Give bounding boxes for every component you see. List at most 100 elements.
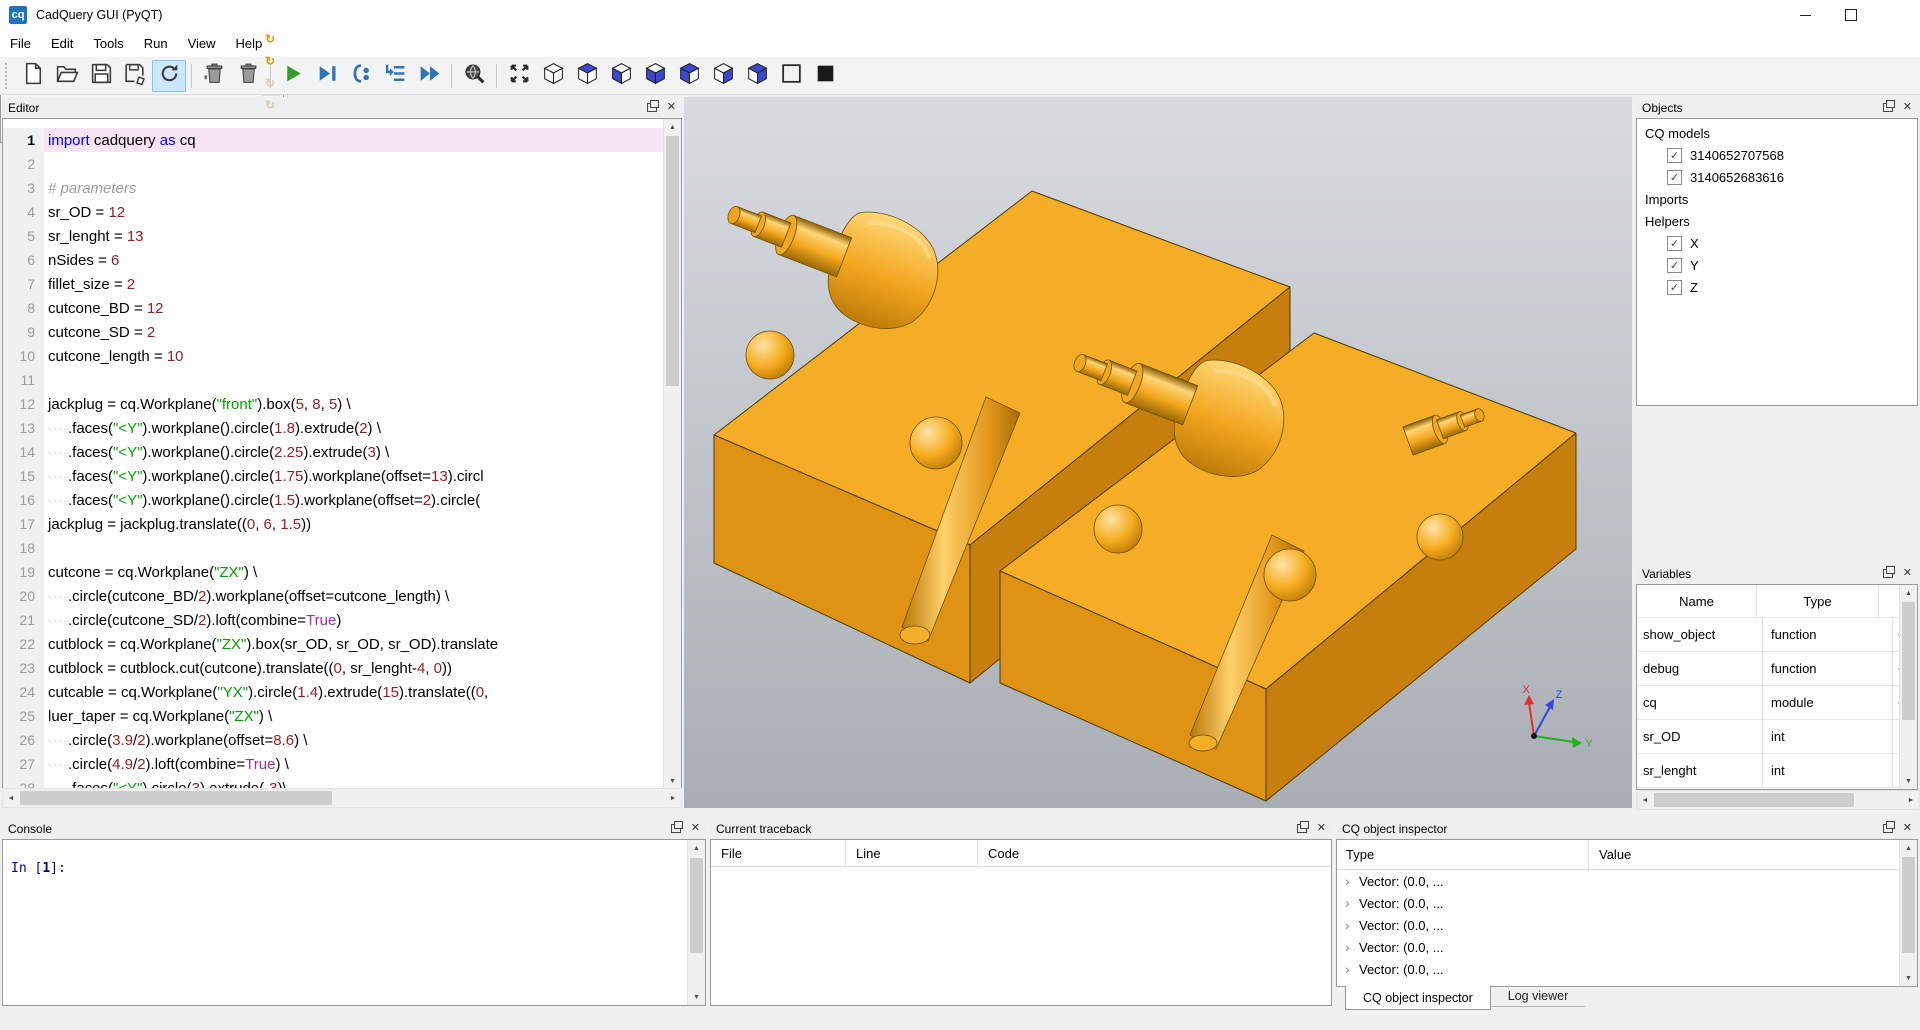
scrollbar-thumb[interactable] [666,136,679,386]
code-line[interactable]: 1import cadquery as cq [3,128,664,152]
maximize-button[interactable] [1828,0,1874,30]
code-line[interactable]: 27····.circle(4.9/2).loft(combine=True) … [3,752,664,776]
minimize-button[interactable] [1782,0,1828,30]
inspector-row[interactable]: Vector: (0.0, ... [1337,958,1900,980]
toggle-grid-button[interactable] [774,60,808,92]
code-line[interactable]: 7fillet_size = 2 [3,272,664,296]
close-panel-icon[interactable] [667,102,676,113]
code-line[interactable]: 26····.circle(3.9/2).workplane(offset=8.… [3,728,664,752]
view-iso-button[interactable] [536,60,570,92]
code-line[interactable]: 19cutcone = cq.Workplane("ZX") \ [3,560,664,584]
inspector-row[interactable]: Vector: (0.0, ... [1337,870,1900,892]
float-panel-icon[interactable] [1883,569,1893,578]
view-front-button[interactable] [604,60,638,92]
view-top-button[interactable] [570,60,604,92]
scroll-up-icon[interactable] [664,119,681,135]
reload-button[interactable] [152,60,186,92]
expand-chevron-icon[interactable] [1345,873,1359,889]
view-back-button[interactable] [740,60,774,92]
open-button[interactable] [50,60,84,92]
scrollbar-thumb[interactable] [20,791,332,805]
fit-view-button[interactable] [502,60,536,92]
variable-row[interactable]: debugfunction<f [1637,652,1900,686]
tree-item[interactable]: 3140652683616 [1637,166,1917,188]
code-line[interactable]: 5sr_lenght = 13 [3,224,664,248]
checkbox[interactable] [1667,170,1682,185]
checkbox[interactable] [1667,280,1682,295]
close-panel-icon[interactable] [1903,568,1912,579]
tree-group-helpers[interactable]: Helpers [1637,210,1917,232]
step-button[interactable] [378,60,412,92]
variable-row[interactable]: show_objectfunction<f [1637,618,1900,652]
view-right-button[interactable] [706,60,740,92]
code-line[interactable]: 9cutcone_SD = 2 [3,320,664,344]
breakpoints-button[interactable] [344,60,378,92]
scrollbar-thumb[interactable] [1902,602,1915,720]
inspector-row[interactable]: Vector: (0.0, ... [1337,936,1900,958]
editor-horizontal-scrollbar[interactable] [2,788,682,808]
float-panel-icon[interactable] [1297,824,1307,833]
delete-all-button[interactable] [231,60,265,92]
render-button[interactable] [276,60,310,92]
tab-cq-object-inspector[interactable]: CQ object inspector [1345,985,1491,1010]
right-horizontal-scrollbar[interactable] [1636,790,1920,810]
close-button[interactable] [1874,0,1920,30]
save-button[interactable] [84,60,118,92]
editor-vertical-scrollbar[interactable] [663,119,681,789]
toolbar-drag-handle[interactable] [5,63,13,89]
code-line[interactable]: 3# parameters [3,176,664,200]
checkbox[interactable] [1667,236,1682,251]
console-vertical-scrollbar[interactable] [687,840,705,1005]
tab-log-viewer[interactable]: Log viewer [1491,985,1585,1007]
delete-current-button[interactable] [197,60,231,92]
menu-item-edit[interactable]: Edit [41,30,83,57]
code-line[interactable]: 8cutcone_BD = 12 [3,296,664,320]
code-line[interactable]: 2 [3,152,664,176]
expand-chevron-icon[interactable] [1345,917,1359,933]
code-line[interactable]: 25luer_taper = cq.Workplane("ZX") \ [3,704,664,728]
code-line[interactable]: 23cutblock = cutblock.cut(cutcone).trans… [3,656,664,680]
expand-chevron-icon[interactable] [1345,961,1359,977]
debug-button[interactable] [310,60,344,92]
inspect-button[interactable] [457,60,491,92]
expand-chevron-icon[interactable] [1345,939,1359,955]
variable-row[interactable]: sr_ODint12 [1637,720,1900,754]
code-line[interactable]: 15····.faces("<Y").workplane().circle(1.… [3,464,664,488]
tree-item[interactable]: X [1637,232,1917,254]
scroll-up-icon[interactable] [688,840,705,856]
continue-button[interactable] [412,60,446,92]
code-line[interactable]: 17jackplug = jackplug.translate((0, 6, 1… [3,512,664,536]
code-editor[interactable]: 1import cadquery as cq23# parameters4sr_… [2,118,682,790]
scrollbar-thumb[interactable] [1902,857,1915,953]
variable-row[interactable]: cqmodule<m [1637,686,1900,720]
float-panel-icon[interactable] [1883,824,1893,833]
code-line[interactable]: 10cutcone_length = 10 [3,344,664,368]
view-left-button[interactable] [672,60,706,92]
console-input-area[interactable]: In [1]: [2,839,706,1006]
float-panel-icon[interactable] [1883,103,1893,112]
variable-row[interactable]: sr_lenghtint13 [1637,754,1900,788]
scroll-up-icon[interactable] [1900,840,1917,856]
scroll-left-icon[interactable] [3,789,19,807]
float-panel-icon[interactable] [671,824,681,833]
tree-item[interactable]: 3140652707568 [1637,144,1917,166]
code-line[interactable]: 12jackplug = cq.Workplane("front").box(5… [3,392,664,416]
code-area[interactable]: 1import cadquery as cq23# parameters4sr_… [3,119,664,789]
expand-chevron-icon[interactable] [1345,895,1359,911]
code-line[interactable]: 22cutblock = cq.Workplane("ZX").box(sr_O… [3,632,664,656]
view-bottom-button[interactable] [638,60,672,92]
scroll-left-icon[interactable] [1637,791,1653,809]
code-line[interactable]: 18 [3,536,664,560]
checkbox[interactable] [1667,148,1682,163]
code-line[interactable]: 14····.faces("<Y").workplane().circle(2.… [3,440,664,464]
close-panel-icon[interactable] [1903,823,1912,834]
tree-item[interactable]: Y [1637,254,1917,276]
code-line[interactable]: 6nSides = 6 [3,248,664,272]
scroll-right-icon[interactable] [1903,791,1919,809]
menu-item-view[interactable]: View [178,30,226,57]
close-panel-icon[interactable] [691,823,700,834]
code-line[interactable]: 13····.faces("<Y").workplane().circle(1.… [3,416,664,440]
menu-item-run[interactable]: Run [134,30,178,57]
save-as-button[interactable] [118,60,152,92]
tree-group-imports[interactable]: Imports [1637,188,1917,210]
